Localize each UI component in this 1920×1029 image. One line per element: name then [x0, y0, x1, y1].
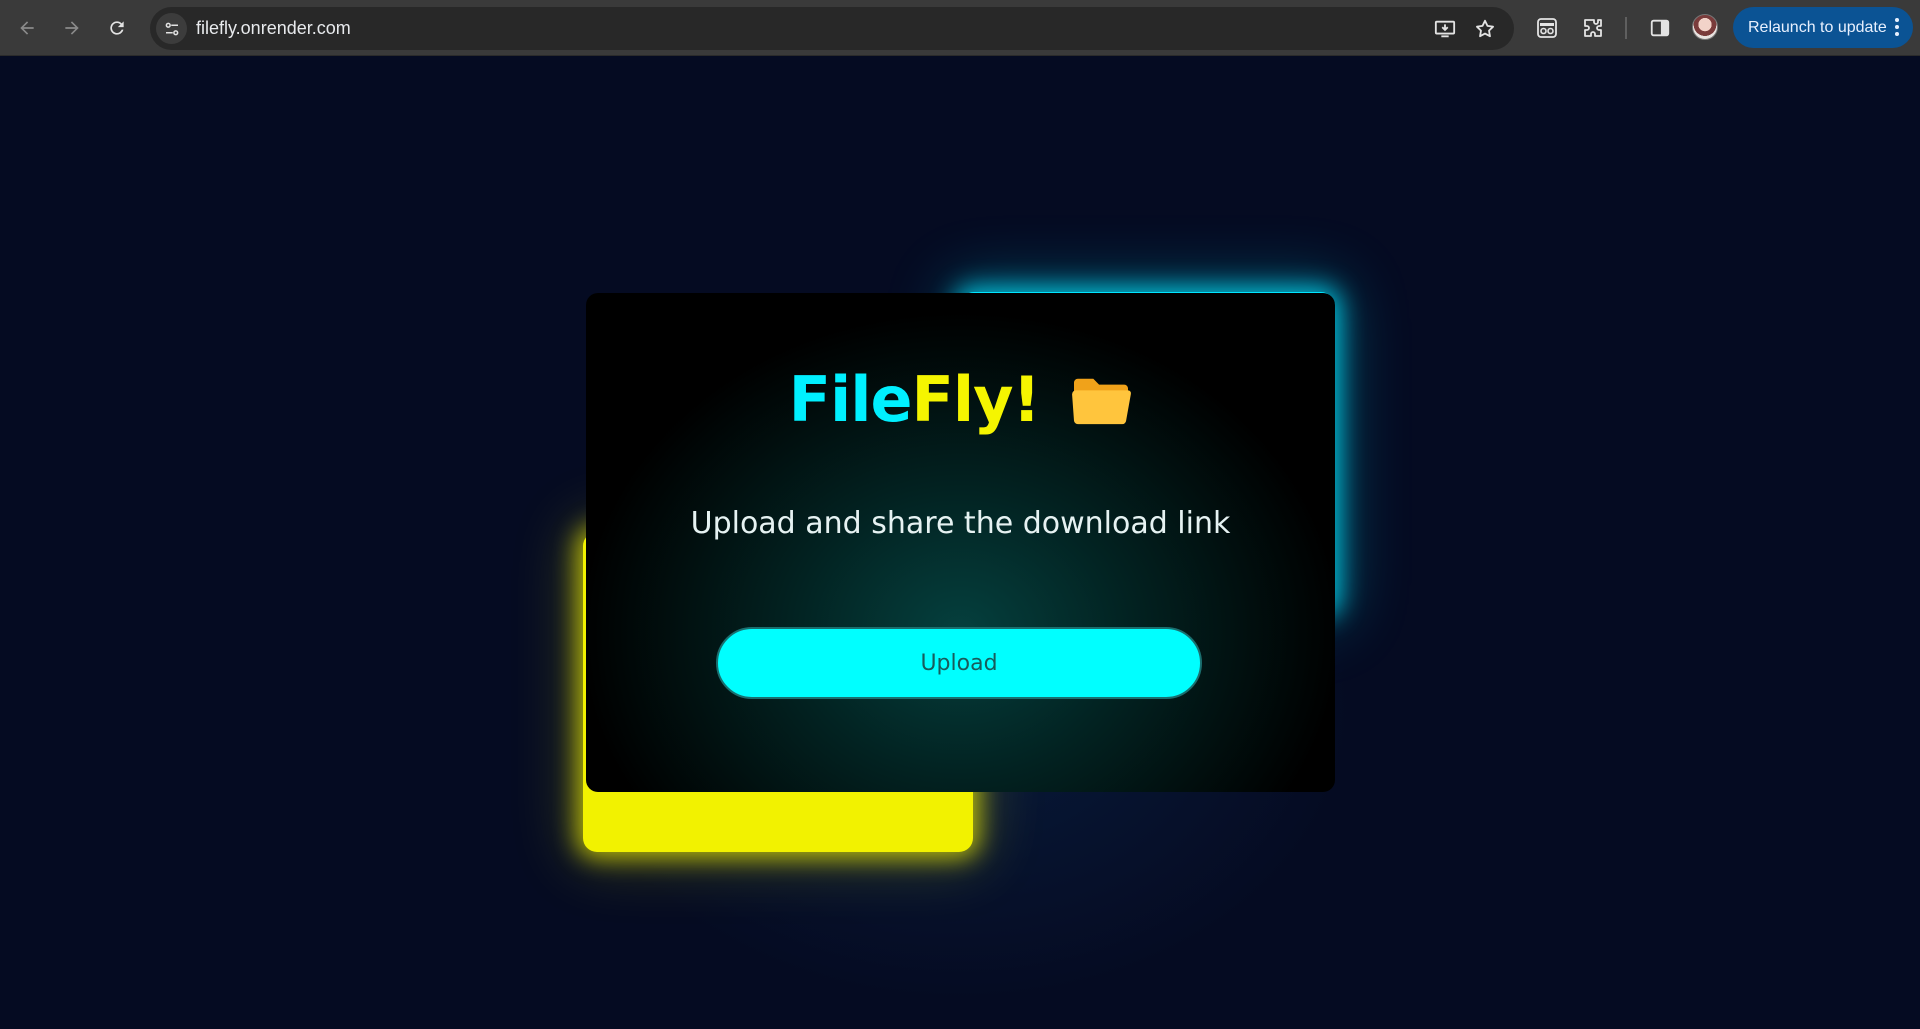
site-info-icon: [165, 22, 178, 35]
install-app-button[interactable]: [1432, 16, 1458, 42]
extensions-button[interactable]: [1579, 14, 1607, 42]
tagline: Upload and share the download link: [690, 506, 1231, 541]
relaunch-button[interactable]: Relaunch to update: [1733, 7, 1913, 48]
page-background: FileFly! Upload and share the download l…: [0, 57, 1920, 1029]
app-logo: FileFly!: [586, 363, 1335, 436]
address-bar[interactable]: filefly.onrender.com: [150, 7, 1514, 50]
upload-card: FileFly! Upload and share the download l…: [586, 293, 1335, 792]
more-menu-icon[interactable]: [1895, 15, 1899, 39]
back-arrow-icon: [20, 21, 34, 35]
reload-icon: [110, 21, 124, 35]
brand-part-fly: Fly!: [911, 363, 1041, 436]
toolbar-divider: [1625, 17, 1627, 39]
profile-avatar[interactable]: [1692, 14, 1718, 40]
back-button[interactable]: [9, 10, 45, 46]
side-panel-button[interactable]: [1646, 14, 1674, 42]
incognito-button[interactable]: [1533, 14, 1561, 42]
url-text[interactable]: filefly.onrender.com: [196, 18, 351, 39]
browser-toolbar: filefly.onrender.com Relaunch to update: [0, 0, 1920, 56]
reload-button[interactable]: [99, 10, 135, 46]
bookmark-button[interactable]: [1472, 16, 1498, 42]
incognito-glasses-icon: [1537, 18, 1557, 38]
bookmark-star-icon: [1476, 19, 1494, 38]
site-info-button[interactable]: [156, 13, 187, 44]
install-app-icon: [1434, 20, 1456, 38]
folder-icon: [1072, 378, 1132, 425]
extensions-puzzle-icon: [1584, 19, 1602, 37]
brand-part-file: File: [788, 363, 913, 436]
side-panel-icon: [1650, 19, 1670, 37]
forward-arrow-icon: [65, 21, 79, 35]
upload-button[interactable]: Upload: [716, 627, 1202, 699]
forward-button[interactable]: [54, 10, 90, 46]
relaunch-label: Relaunch to update: [1748, 18, 1887, 36]
